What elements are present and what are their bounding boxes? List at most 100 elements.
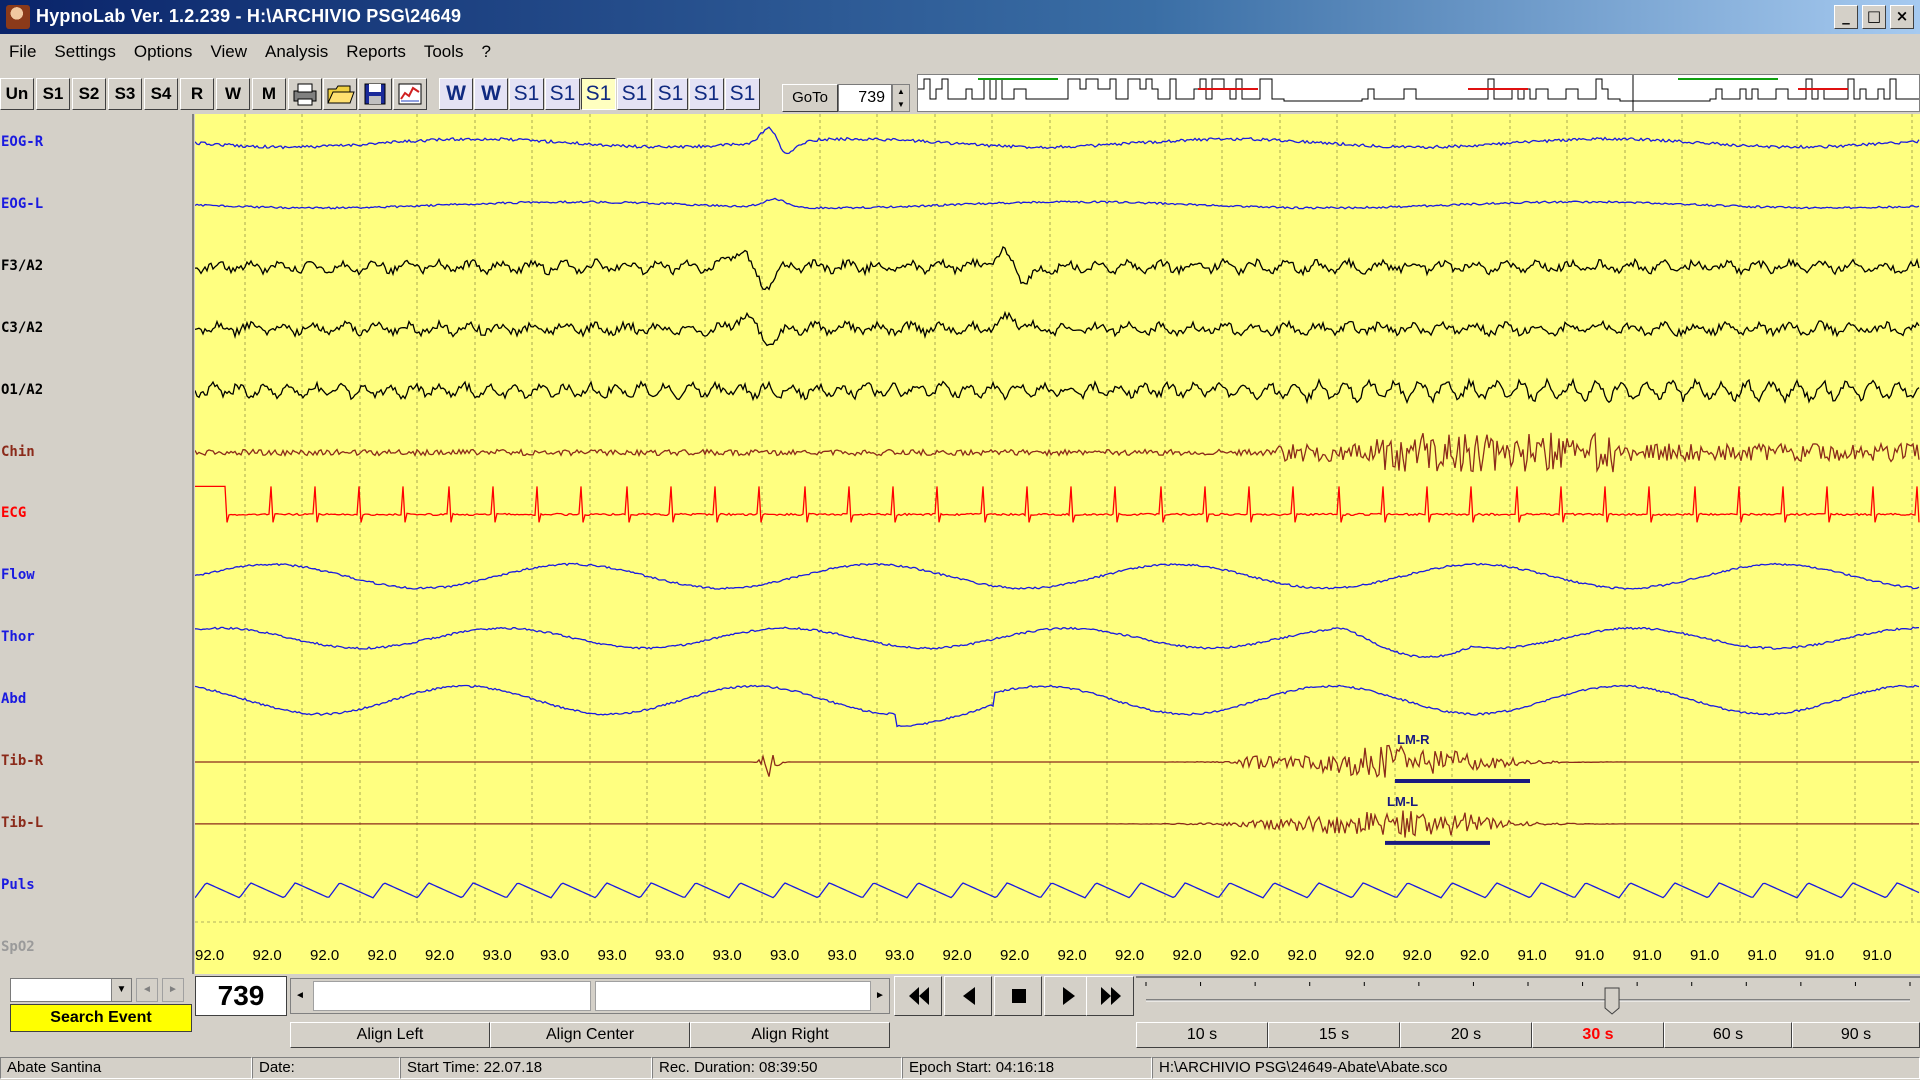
timebase-slider[interactable] <box>1136 976 1920 1018</box>
timebase-90s-button[interactable]: 90 s <box>1792 1022 1920 1048</box>
maximize-button[interactable]: □ <box>1862 5 1886 29</box>
timebase-30s-button[interactable]: 30 s <box>1532 1022 1664 1048</box>
channel-label-thor[interactable]: Thor <box>1 629 35 645</box>
hypno-stage-w-2[interactable]: W <box>474 78 508 110</box>
menu-tools[interactable]: Tools <box>415 40 473 62</box>
menu-reports[interactable]: Reports <box>337 40 415 62</box>
search-event-button[interactable]: Search Event <box>10 1004 192 1032</box>
channel-label-tib-r[interactable]: Tib-R <box>1 753 43 769</box>
hypno-stage-w-1[interactable]: W <box>439 78 473 110</box>
channel-label-f3-a2[interactable]: F3/A2 <box>1 258 43 274</box>
spo2-value: 92.0 <box>1000 947 1029 964</box>
hypno-stage-s1-current[interactable]: S1 <box>581 78 616 110</box>
hypno-stage-s1-5[interactable]: S1 <box>653 78 688 110</box>
stage-button-r[interactable]: R <box>180 78 214 110</box>
next-epoch-button[interactable] <box>1044 976 1092 1016</box>
comment-field-left[interactable] <box>313 981 591 1011</box>
align-center-button[interactable]: Align Center <box>490 1022 690 1048</box>
save-icon[interactable] <box>358 78 392 110</box>
bottom-control-bar: ▼ ◄ ► Search Event 739 ◄ ► Align Left Al… <box>0 974 1920 1056</box>
hypno-stage-s1-6[interactable]: S1 <box>689 78 724 110</box>
channel-label-abd[interactable]: Abd <box>1 691 26 707</box>
timebase-15s-button[interactable]: 15 s <box>1268 1022 1400 1048</box>
menu-analysis[interactable]: Analysis <box>256 40 337 62</box>
hypno-stage-s1-1[interactable]: S1 <box>509 78 544 110</box>
stage-button-s1[interactable]: S1 <box>36 78 70 110</box>
signal-plot-area[interactable]: LM-R LM-L 92.0 92.0 92.0 92.0 92.0 93.0 93.0 93.0… <box>195 114 1920 974</box>
event-prev-icon[interactable]: ◄ <box>136 978 158 1002</box>
window-title: HypnoLab Ver. 1.2.239 - H:\ARCHIVIO PSG\… <box>36 6 462 26</box>
channel-label-c3-a2[interactable]: C3/A2 <box>1 320 43 336</box>
trace-c3-a2 <box>195 310 1920 347</box>
timebase-10s-button[interactable]: 10 s <box>1136 1022 1268 1048</box>
scroll-left-icon[interactable]: ◄ <box>291 979 309 1013</box>
menu-file[interactable]: File <box>0 40 45 62</box>
goto-spinner[interactable]: ▲ ▼ <box>892 84 910 112</box>
goto-button[interactable]: GoTo <box>782 84 838 112</box>
event-bar-lm-r[interactable] <box>1395 779 1530 783</box>
goto-epoch-input[interactable]: 739 <box>838 84 892 112</box>
comment-field-right[interactable] <box>595 981 871 1011</box>
spo2-value: 91.0 <box>1748 947 1777 964</box>
hypno-stage-s1-2[interactable]: S1 <box>545 78 580 110</box>
stage-button-un[interactable]: Un <box>0 78 34 110</box>
chevron-down-icon[interactable]: ▼ <box>111 979 131 1001</box>
hypno-stage-s1-4[interactable]: S1 <box>617 78 652 110</box>
stage-button-s4[interactable]: S4 <box>144 78 178 110</box>
minimize-button[interactable]: _ <box>1834 5 1858 29</box>
spin-up-icon[interactable]: ▲ <box>893 85 909 98</box>
spo2-value: 91.0 <box>1575 947 1604 964</box>
timebase-20s-button[interactable]: 20 s <box>1400 1022 1532 1048</box>
channel-label-spo2[interactable]: SpO2 <box>1 939 35 955</box>
channel-label-eog-l[interactable]: EOG-L <box>1 196 43 212</box>
event-label-lm-l[interactable]: LM-L <box>1387 794 1418 809</box>
stop-button[interactable] <box>994 976 1042 1016</box>
report-chart-icon[interactable] <box>393 78 427 110</box>
trace-ecg <box>195 485 1920 523</box>
spo2-value: 92.0 <box>1115 947 1144 964</box>
stage-button-s2[interactable]: S2 <box>72 78 106 110</box>
channel-label-flow[interactable]: Flow <box>1 567 35 583</box>
stage-button-w[interactable]: W <box>216 78 250 110</box>
menu-settings[interactable]: Settings <box>45 40 124 62</box>
channel-label-o1-a2[interactable]: O1/A2 <box>1 382 43 398</box>
print-icon[interactable] <box>288 78 322 110</box>
channel-label-eog-r[interactable]: EOG-R <box>1 134 43 150</box>
channel-label-ecg[interactable]: ECG <box>1 505 26 521</box>
open-folder-icon[interactable] <box>323 78 357 110</box>
title-bar: HypnoLab Ver. 1.2.239 - H:\ARCHIVIO PSG\… <box>0 0 1920 34</box>
trace-f3-a2 <box>195 246 1920 291</box>
spo2-value: 91.0 <box>1518 947 1547 964</box>
align-left-button[interactable]: Align Left <box>290 1022 490 1048</box>
menu-help[interactable]: ? <box>473 40 500 62</box>
channel-label-puls[interactable]: Puls <box>1 877 35 893</box>
scroll-right-icon[interactable]: ► <box>871 979 889 1013</box>
timebase-60s-button[interactable]: 60 s <box>1664 1022 1792 1048</box>
channel-label-chin[interactable]: Chin <box>1 444 35 460</box>
channel-label-tib-l[interactable]: Tib-L <box>1 815 43 831</box>
trace-o1-a2 <box>195 377 1920 405</box>
close-button[interactable]: × <box>1890 5 1914 29</box>
stage-button-s3[interactable]: S3 <box>108 78 142 110</box>
menu-options[interactable]: Options <box>125 40 202 62</box>
prev-epoch-button[interactable] <box>944 976 992 1016</box>
spo2-value: 92.0 <box>1345 947 1374 964</box>
spin-down-icon[interactable]: ▼ <box>893 98 909 111</box>
epoch-scroller[interactable]: ◄ ► <box>290 978 890 1014</box>
first-epoch-button[interactable] <box>894 976 942 1016</box>
hypno-stage-s1-7[interactable]: S1 <box>725 78 760 110</box>
status-bar: Abate Santina Date: Start Time: 22.07.18… <box>0 1056 1920 1080</box>
event-type-combo[interactable]: ▼ <box>10 978 132 1002</box>
event-next-icon[interactable]: ► <box>162 978 184 1002</box>
event-bar-lm-l[interactable] <box>1385 840 1490 845</box>
spo2-value: 92.0 <box>1230 947 1259 964</box>
hypnogram-overview[interactable] <box>917 74 1920 112</box>
spo2-value: 92.0 <box>1403 947 1432 964</box>
last-epoch-button[interactable] <box>1086 976 1134 1016</box>
align-right-button[interactable]: Align Right <box>690 1022 890 1048</box>
slider-thumb[interactable] <box>1604 987 1620 1015</box>
menu-view[interactable]: View <box>201 40 256 62</box>
stage-button-m[interactable]: M <box>252 78 286 110</box>
spo2-value: 92.0 <box>310 947 339 964</box>
event-label-lm-r[interactable]: LM-R <box>1397 732 1430 747</box>
